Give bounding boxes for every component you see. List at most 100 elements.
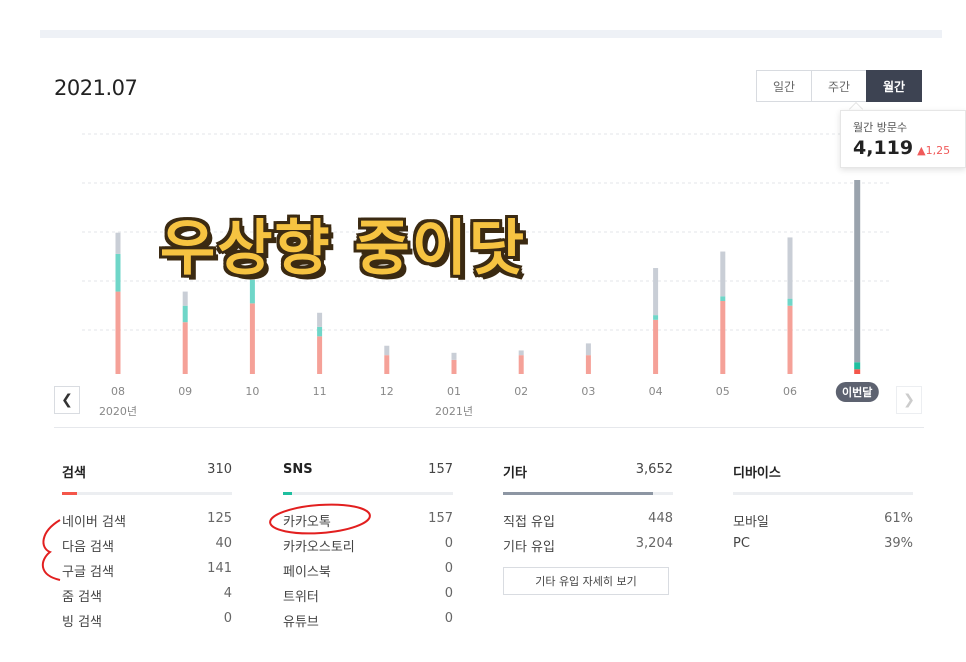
source-value: 39% <box>884 536 913 551</box>
monthly-visits-tooltip: 월간 방문수 4,119 ▲1,25 <box>840 110 966 168</box>
bar-sns-4 <box>317 326 323 337</box>
device-share-bar <box>733 492 913 495</box>
other-details-button[interactable]: 기타 유입 자세히 보기 <box>503 567 669 595</box>
sns-share-bar <box>283 492 453 495</box>
bar-other-5 <box>384 345 390 356</box>
search-share-fill <box>62 492 78 495</box>
bar-search-9 <box>653 319 659 374</box>
bar-other-6 <box>451 352 457 360</box>
x-tick-label: 06 <box>783 385 797 398</box>
search-source-row: 빙 검색 0 <box>62 611 232 636</box>
chevron-right-icon: ❯ <box>903 392 915 408</box>
device-panel-title: 디바이스 <box>733 466 781 481</box>
chevron-left-icon: ❮ <box>61 392 73 408</box>
bar-other-2 <box>182 291 188 306</box>
x-tick-label: 12 <box>379 385 394 398</box>
year-label: 2021년 <box>434 405 474 418</box>
bar-sns-10 <box>720 296 726 301</box>
bar-search-12 <box>854 369 861 374</box>
source-name: 트위터 <box>283 590 319 605</box>
search-panel-header: 검색 310 <box>62 462 232 486</box>
source-name: 빙 검색 <box>62 615 103 630</box>
source-name: 페이스북 <box>283 565 331 580</box>
bar-sns-1 <box>115 253 121 292</box>
sns-source-row: 카카오톡 157 <box>283 511 453 536</box>
bar-sns-9 <box>653 315 659 320</box>
bar-other-4 <box>317 312 323 327</box>
other-share-bar <box>503 492 673 495</box>
search-source-row: 네이버 검색 125 <box>62 511 232 536</box>
search-panel: 검색 310 네이버 검색 125 다음 검색 40 구글 검색 141 줌 검색 4 빙 검색… <box>62 462 232 636</box>
sns-panel-title: SNS <box>283 462 313 477</box>
bar-search-4 <box>317 336 323 374</box>
x-tick-label: 08 <box>111 385 125 398</box>
bar-sns-12 <box>854 362 861 370</box>
bar-other-1 <box>115 232 121 254</box>
bar-other-8 <box>585 343 591 356</box>
sns-panel-count: 157 <box>428 462 453 477</box>
overlay-caption: 우상향 중이닷 <box>160 214 527 284</box>
source-name: 기타 유입 <box>503 540 555 555</box>
other-panel-title: 기타 <box>503 466 527 481</box>
source-name: 줌 검색 <box>62 590 103 605</box>
device-source-row: 모바일 61% <box>733 511 913 536</box>
search-panel-count: 310 <box>207 462 232 477</box>
device-source-row: PC 39% <box>733 536 913 561</box>
source-value: 157 <box>428 511 453 526</box>
tooltip-visits: 4,119 <box>853 137 914 159</box>
source-name: 카카오스토리 <box>283 540 355 555</box>
search-source-row: 다음 검색 40 <box>62 536 232 561</box>
device-panel-header: 디바이스 <box>733 462 913 486</box>
x-tick-label: 03 <box>581 385 596 398</box>
x-tick-label: 02 <box>514 385 529 398</box>
source-name: 유튜브 <box>283 615 319 630</box>
bar-other-9 <box>653 268 659 316</box>
bar-search-10 <box>720 300 726 374</box>
bar-search-5 <box>384 355 390 374</box>
device-panel: 디바이스 모바일 61% PC 39% <box>733 462 913 561</box>
source-value: 61% <box>884 511 913 526</box>
bar-search-6 <box>451 359 457 374</box>
source-name: 모바일 <box>733 515 769 530</box>
source-name: 다음 검색 <box>62 540 114 555</box>
bar-other-7 <box>518 350 524 356</box>
other-panel: 기타 3,652 직접 유입 448 기타 유입 3,204 기타 유입 자세히 보기 <box>503 462 673 595</box>
sns-panel-header: SNS 157 <box>283 462 453 486</box>
tooltip-delta: ▲1,25 <box>917 144 951 157</box>
section-divider <box>54 427 924 428</box>
x-tick-label: 01 <box>447 385 461 398</box>
other-panel-header: 기타 3,652 <box>503 462 673 486</box>
search-source-row: 줌 검색 4 <box>62 586 232 611</box>
bar-other-12 <box>854 180 861 363</box>
bar-search-7 <box>518 355 524 374</box>
sns-source-row: 페이스북 0 <box>283 561 453 586</box>
search-source-row: 구글 검색 141 <box>62 561 232 586</box>
other-panel-count: 3,652 <box>635 462 673 477</box>
x-tick-label: 05 <box>715 385 730 398</box>
bar-other-11 <box>787 237 793 299</box>
bar-other-10 <box>720 251 726 297</box>
sns-source-row: 트위터 0 <box>283 586 453 611</box>
other-share-fill <box>503 492 653 495</box>
source-value: 3,204 <box>635 536 673 551</box>
bar-search-1 <box>115 291 121 374</box>
bar-search-11 <box>787 305 793 374</box>
bar-sns-11 <box>787 298 793 306</box>
source-name: PC <box>733 536 750 551</box>
prev-arrow-button[interactable]: ❮ <box>54 386 80 414</box>
source-value: 0 <box>444 536 453 551</box>
other-source-row: 기타 유입 3,204 <box>503 536 673 561</box>
bar-sns-2 <box>182 305 188 323</box>
bar-search-3 <box>249 303 255 374</box>
x-tick-label: 11 <box>312 385 327 398</box>
year-label: 2020년 <box>98 405 138 418</box>
next-arrow-button[interactable]: ❯ <box>896 386 922 414</box>
other-source-row: 직접 유입 448 <box>503 511 673 536</box>
source-name: 네이버 검색 <box>62 515 126 530</box>
source-value: 40 <box>215 536 232 551</box>
bar-search-2 <box>182 322 188 374</box>
search-share-bar <box>62 492 232 495</box>
bracket-scribble <box>41 519 61 581</box>
source-value: 141 <box>207 561 232 576</box>
tooltip-label: 월간 방문수 <box>853 121 908 134</box>
